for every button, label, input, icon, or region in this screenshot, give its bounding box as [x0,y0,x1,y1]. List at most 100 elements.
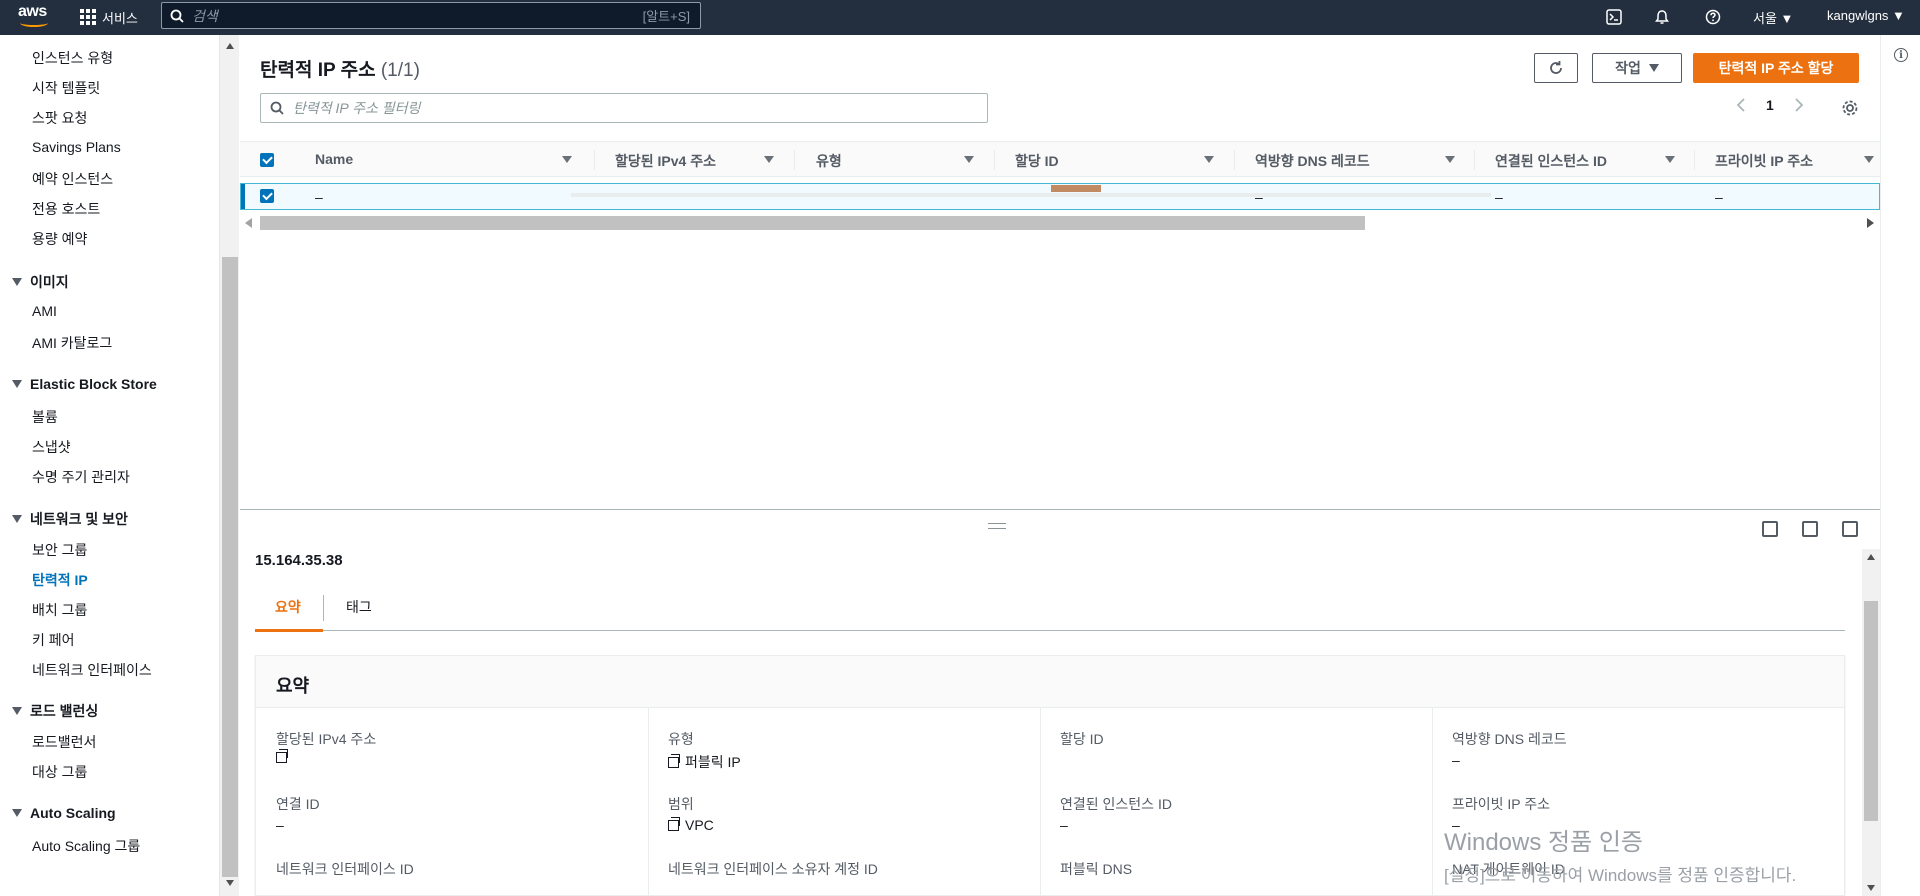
table-row[interactable]: – – – – [240,183,1880,210]
scroll-left-arrow-icon[interactable] [245,218,253,228]
cell-instance-id: – [1495,189,1503,205]
column-header-allocation-id[interactable]: 할당 ID [1015,151,1059,171]
table-scroll-thumb[interactable] [260,216,1365,230]
refresh-button[interactable] [1534,53,1578,83]
sort-icon[interactable] [1204,156,1214,163]
tab-tags[interactable]: 태그 [346,597,372,617]
column-header-name[interactable]: Name [315,151,353,167]
scroll-down-arrow-icon[interactable] [226,880,234,886]
sidebar-item-savings-plans[interactable]: Savings Plans [32,139,121,155]
sidebar-item-network-interfaces[interactable]: 네트워크 인터페이스 [32,660,152,680]
sidebar-item-ami[interactable]: AMI [32,303,57,319]
sidebar-item-reserved-instances[interactable]: 예약 인스턴스 [32,169,113,189]
sidebar-scrollbar[interactable] [219,35,239,896]
copy-icon[interactable] [668,816,680,831]
top-navigation: aws 서비스 [알트+S] 서울 ▼ kangwlgns ▼ [0,0,1920,35]
scroll-up-arrow-icon[interactable] [1867,554,1875,560]
tab-summary[interactable]: 요약 [275,597,301,617]
left-sidebar: 인스턴스 유형 시작 템플릿 스팟 요청 Savings Plans 예약 인스… [0,35,220,896]
sidebar-item-elastic-ip[interactable]: 탄력적 IP [32,570,88,590]
scroll-right-arrow-icon[interactable] [1866,218,1874,228]
sidebar-item-spot-requests[interactable]: 스팟 요청 [32,108,87,128]
watermark-subtitle: [설정]으로 이동하여 Windows를 정품 인증합니다. [1444,866,1797,885]
detail-scroll-thumb[interactable] [1864,601,1878,821]
sidebar-item-launch-templates[interactable]: 시작 템플릿 [32,78,100,98]
column-header-reverse-dns[interactable]: 역방향 DNS 레코드 [1255,151,1370,171]
cloudshell-icon[interactable] [1603,6,1625,28]
aws-smile-icon [20,19,48,27]
scroll-down-arrow-icon[interactable] [1867,885,1875,891]
previous-page-icon[interactable] [1736,98,1746,112]
help-panel-rail: i [1880,35,1920,896]
filter-input[interactable] [293,100,987,116]
sidebar-section-load-balancing[interactable]: 로드 밸런싱 [12,701,98,721]
services-menu-button[interactable]: 서비스 [80,5,138,29]
sidebar-item-capacity-reservations[interactable]: 용량 예약 [32,229,87,249]
sort-icon[interactable] [1445,156,1455,163]
copy-icon[interactable] [668,753,680,768]
current-page-number[interactable]: 1 [1766,97,1774,113]
info-icon[interactable]: i [1894,48,1908,62]
panel-position-side-icon[interactable] [1802,521,1818,537]
sort-icon[interactable] [964,156,974,163]
sidebar-item-placement-groups[interactable]: 배치 그룹 [32,600,87,620]
column-header-ipv4[interactable]: 할당된 IPv4 주소 [615,151,716,171]
sidebar-item-ami-catalog[interactable]: AMI 카탈로그 [32,333,112,353]
sidebar-section-auto-scaling[interactable]: Auto Scaling [12,805,116,821]
global-search-input[interactable] [192,7,643,24]
actions-dropdown-button[interactable]: 작업 [1592,53,1682,83]
column-header-private-ip[interactable]: 프라이빗 IP 주소 [1715,151,1813,171]
search-icon [162,9,192,23]
field-label-public-dns: 퍼블릭 DNS [1060,861,1133,877]
sidebar-item-snapshots[interactable]: 스냅샷 [32,437,71,457]
sidebar-section-network-security[interactable]: 네트워크 및 보안 [12,509,128,529]
column-header-instance-id[interactable]: 연결된 인스턴스 ID [1495,151,1607,171]
sidebar-item-volumes[interactable]: 볼륨 [32,407,58,427]
table-settings-gear-icon[interactable] [1841,99,1859,122]
sidebar-item-dedicated-hosts[interactable]: 전용 호스트 [32,199,100,219]
select-all-checkbox[interactable] [260,153,274,167]
sort-icon[interactable] [1864,156,1874,163]
split-panel-resize-handle[interactable] [988,523,1006,529]
filter-box[interactable] [260,93,988,123]
next-page-icon[interactable] [1794,98,1804,112]
sidebar-section-images[interactable]: 이미지 [12,272,69,292]
detail-panel-scrollbar[interactable] [1862,549,1880,896]
cell-name: – [315,189,323,205]
sort-icon[interactable] [764,156,774,163]
panel-maximize-icon[interactable] [1842,521,1858,537]
copy-icon[interactable] [276,749,288,763]
account-menu[interactable]: kangwlgns ▼ [1827,8,1905,23]
scroll-up-arrow-icon[interactable] [226,43,234,49]
row-checkbox[interactable] [260,189,274,203]
panel-position-bottom-icon[interactable] [1762,521,1778,537]
sidebar-item-key-pairs[interactable]: 키 페어 [32,630,75,650]
sidebar-item-auto-scaling-groups[interactable]: Auto Scaling 그룹 [32,836,140,856]
sidebar-item-lifecycle-manager[interactable]: 수명 주기 관리자 [32,467,130,487]
field-value-association-id: – [276,817,284,833]
help-icon[interactable] [1702,6,1724,28]
region-selector[interactable]: 서울 ▼ [1753,8,1793,27]
split-panel-divider [240,509,1880,510]
summary-header: 요약 [256,656,1844,708]
field-label-allocation-id: 할당 ID [1060,731,1104,747]
sidebar-item-load-balancers[interactable]: 로드밸런서 [32,732,96,752]
global-search[interactable]: [알트+S] [161,2,701,29]
column-header-type[interactable]: 유형 [816,151,842,171]
table-horizontal-scrollbar[interactable] [240,213,1880,231]
sort-icon[interactable] [1665,156,1675,163]
allocate-elastic-ip-button[interactable]: 탄력적 IP 주소 할당 [1693,53,1859,83]
sidebar-scroll-thumb[interactable] [222,257,238,877]
aws-logo[interactable]: aws [18,4,50,30]
redacted-values [571,193,1491,197]
sidebar-item-instance-types[interactable]: 인스턴스 유형 [32,48,113,68]
field-value-ipv4 [276,749,293,763]
notifications-bell-icon[interactable] [1651,6,1673,28]
sidebar-section-title: 네트워크 및 보안 [30,511,128,527]
field-label-instance-id: 연결된 인스턴스 ID [1060,796,1172,812]
row-selection-indicator [241,184,245,209]
sidebar-section-ebs[interactable]: Elastic Block Store [12,376,157,392]
sidebar-item-security-groups[interactable]: 보안 그룹 [32,540,87,560]
sort-icon[interactable] [562,156,572,163]
sidebar-item-target-groups[interactable]: 대상 그룹 [32,762,87,782]
